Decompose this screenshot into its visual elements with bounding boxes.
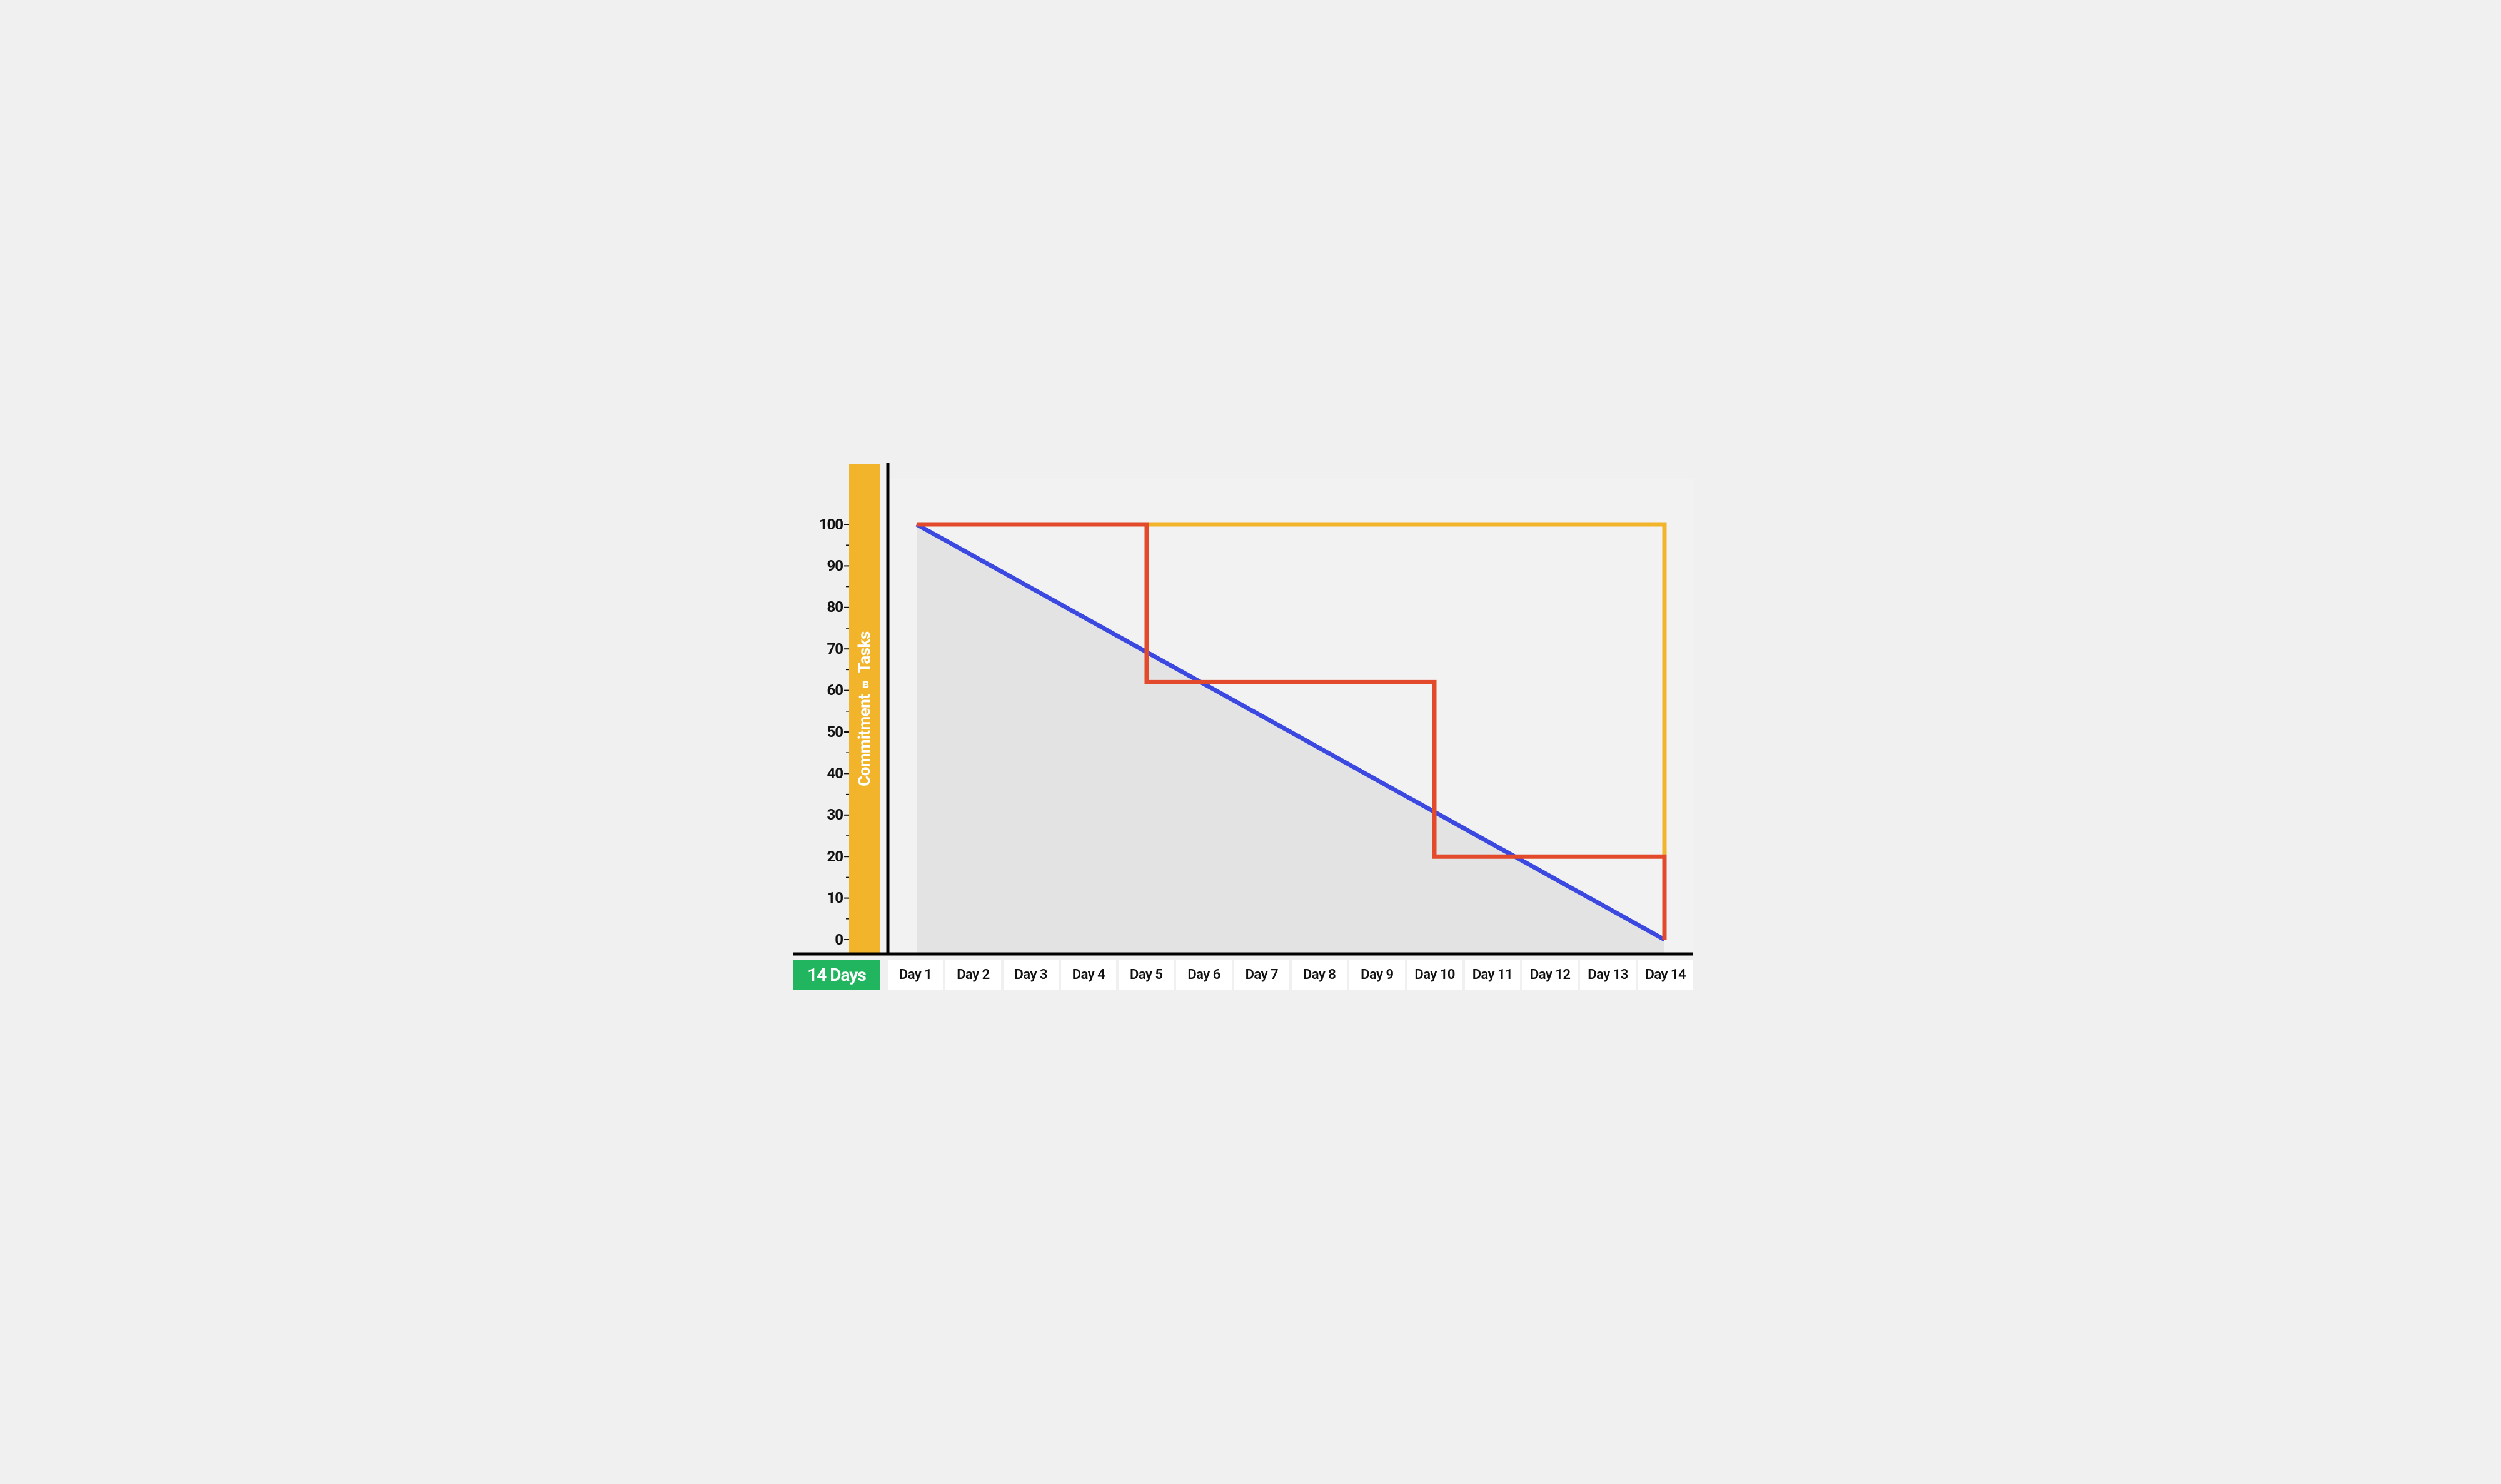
burndown-chart: Commitment в Tasks 010203040506070809010… bbox=[769, 457, 1732, 1028]
chart-svg bbox=[769, 457, 1732, 1028]
